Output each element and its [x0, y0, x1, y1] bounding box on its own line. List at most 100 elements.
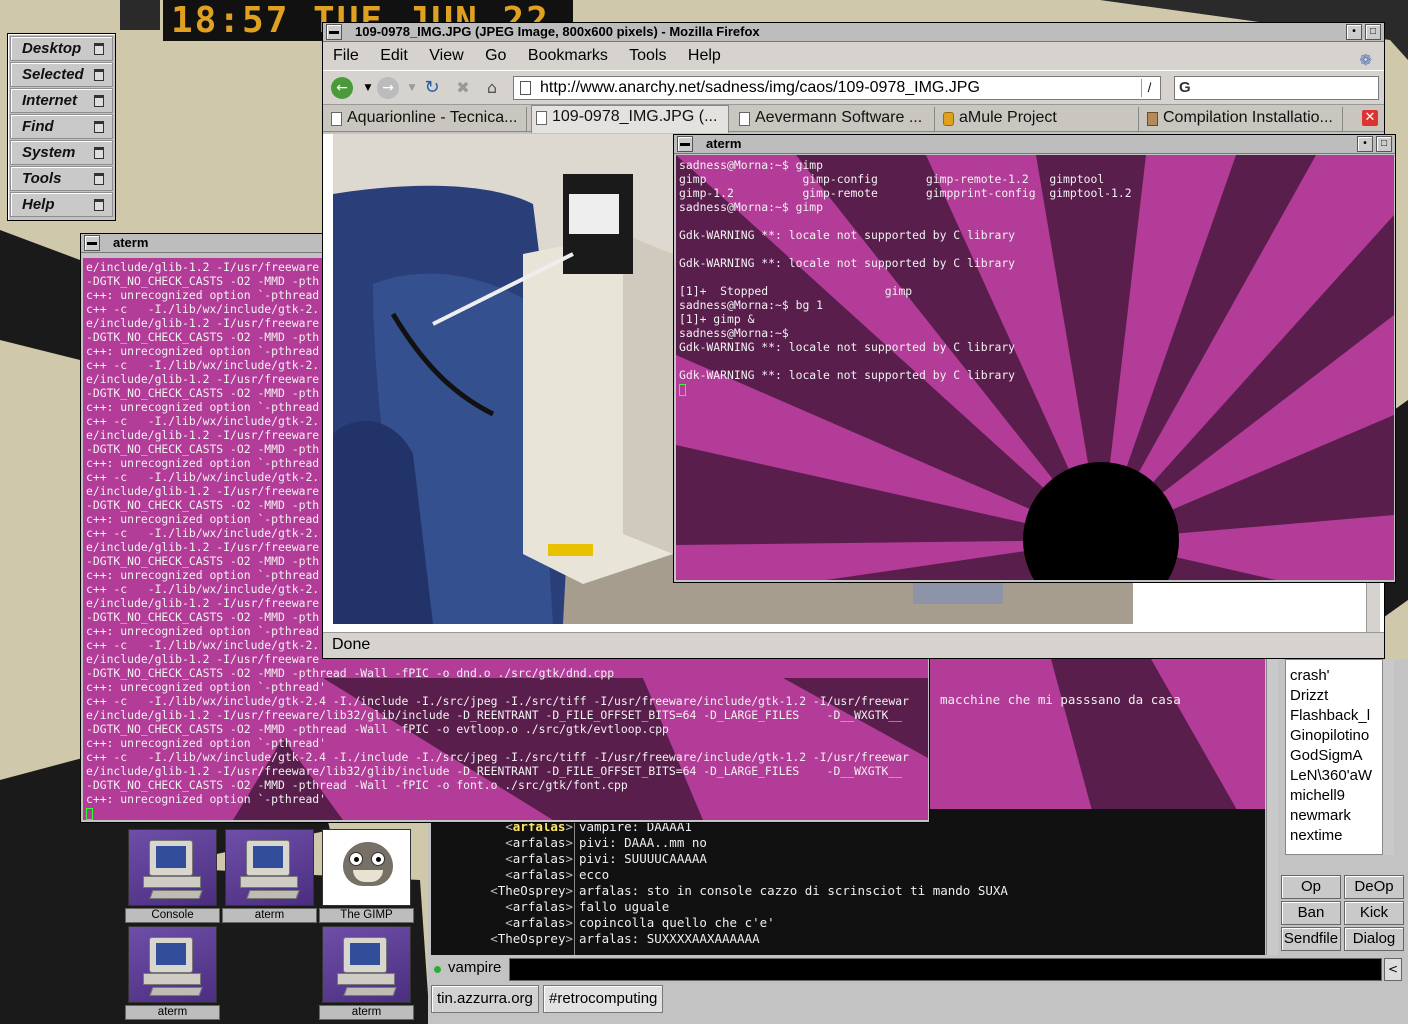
- deop-button[interactable]: DeOp: [1344, 875, 1404, 899]
- menu-item-find[interactable]: Find: [10, 114, 113, 139]
- irc-nick[interactable]: <arfalas>: [505, 915, 573, 931]
- menu-bar: File Edit View Go Bookmarks Tools Help ❁: [323, 42, 1384, 70]
- irc-nick[interactable]: <arfalas>: [505, 899, 573, 915]
- menu-file[interactable]: File: [333, 47, 359, 64]
- menu-item-help[interactable]: Help: [10, 192, 113, 217]
- menu-view[interactable]: View: [429, 47, 463, 64]
- irc-nick[interactable]: <arfalas>: [505, 851, 573, 867]
- nick-text: TheOsprey: [497, 883, 566, 898]
- irc-user-list[interactable]: crash' Drizzt Flashback_l Ginopilotino GodSi…: [1285, 659, 1383, 855]
- desktop-icon-aterm[interactable]: aterm: [222, 827, 317, 923]
- irc-nick[interactable]: <TheOsprey>: [490, 883, 573, 899]
- google-icon[interactable]: G: [1179, 79, 1191, 96]
- menu-item-system[interactable]: System: [10, 140, 113, 165]
- menu-go[interactable]: Go: [485, 47, 506, 64]
- terminal-line: sadness@Morna:~$ gimp: [679, 158, 824, 172]
- terminal-line: -DGTK_NO_CHECK_CASTS -O2 -MMD -pthread -…: [86, 778, 628, 792]
- menu-tools[interactable]: Tools: [629, 47, 666, 64]
- irc-nick[interactable]: <TheOsprey>: [490, 931, 573, 947]
- chat-scrollbar[interactable]: [1266, 659, 1278, 955]
- user-list-item[interactable]: newmark: [1290, 806, 1382, 826]
- window-icon: [94, 199, 104, 211]
- desktop-icon-aterm[interactable]: aterm: [125, 924, 220, 1020]
- window-menu-icon[interactable]: ▬: [677, 136, 693, 152]
- terminal-line: gimp-1.2 gimp-remote gimpprint-config gi…: [679, 186, 1132, 200]
- chevron-left-icon[interactable]: <: [1384, 958, 1402, 981]
- tab-retrocomputing[interactable]: #retrocomputing: [543, 985, 664, 1013]
- userlist-scrollbar[interactable]: [1382, 659, 1394, 855]
- aterm-window-right: ▬ aterm • □ sadness@Morna:~$ gimp gimp gi…: [673, 134, 1396, 583]
- terminal-line: -DGTK_NO_CHECK_CASTS -O2 -MMD -pthread -…: [86, 666, 615, 680]
- user-list-item[interactable]: LeN\360'aW: [1290, 766, 1382, 786]
- user-list-item[interactable]: nextime: [1290, 826, 1382, 846]
- menu-item-desktop[interactable]: Desktop: [10, 36, 113, 61]
- computer-icon: [225, 829, 314, 906]
- user-list-item[interactable]: crash': [1290, 666, 1382, 686]
- reload-icon[interactable]: ↻: [421, 77, 443, 99]
- document-icon: [520, 81, 531, 95]
- desktop-icon-console[interactable]: Console: [125, 827, 220, 923]
- menu-item-label: Find: [22, 118, 54, 135]
- minimize-icon[interactable]: •: [1346, 24, 1362, 40]
- maximize-icon[interactable]: □: [1365, 24, 1381, 40]
- menu-item-label: Desktop: [22, 40, 82, 57]
- message-text: copincolla quello che c'e': [579, 915, 775, 930]
- user-list-item[interactable]: Drizzt: [1290, 686, 1382, 706]
- menu-help[interactable]: Help: [688, 47, 721, 64]
- menu-item-tools[interactable]: Tools: [10, 166, 113, 191]
- minimize-icon[interactable]: •: [1357, 136, 1373, 152]
- stop-icon[interactable]: ✖: [452, 77, 474, 99]
- user-list-item[interactable]: Flashback_l: [1290, 706, 1382, 726]
- terminal-line: c++: unrecognized option `-pthread': [86, 792, 327, 806]
- user-list-item[interactable]: GodSigmA: [1290, 746, 1382, 766]
- desktop-icon-gimp[interactable]: The GIMP: [319, 827, 414, 923]
- nick-label[interactable]: vampire: [448, 959, 501, 976]
- message-text: ecco: [579, 867, 610, 882]
- irc-nick[interactable]: <arfalas>: [505, 835, 573, 851]
- menu-item-label: System: [22, 144, 76, 161]
- page-icon: [536, 111, 547, 125]
- url-bar[interactable]: http://www.anarchy.net/sadness/img/caos/…: [513, 76, 1161, 100]
- kick-button[interactable]: Kick: [1344, 901, 1404, 925]
- terminal-line: gimp gimp-config gimp-remote-1.2 gimptoo…: [679, 172, 1105, 186]
- window-menu-icon[interactable]: ▬: [326, 24, 342, 40]
- user-list-item[interactable]: michell9: [1290, 786, 1382, 806]
- home-icon[interactable]: ⌂: [481, 77, 503, 99]
- icon-label: aterm: [125, 1005, 220, 1020]
- maximize-icon[interactable]: □: [1376, 136, 1392, 152]
- menu-edit[interactable]: Edit: [380, 47, 408, 64]
- go-icon[interactable]: /: [1141, 79, 1157, 97]
- window-icon: [94, 43, 104, 55]
- tab-image[interactable]: 109-0978_IMG.JPG (...: [531, 105, 729, 133]
- tab-aevermann[interactable]: Aevermann Software ...: [735, 107, 935, 131]
- forward-icon[interactable]: →: [377, 77, 399, 99]
- menu-item-selected[interactable]: Selected: [10, 62, 113, 87]
- window-menu-icon[interactable]: ▬: [84, 235, 100, 251]
- irc-nick[interactable]: <arfalas>: [505, 867, 573, 883]
- back-icon[interactable]: ←: [331, 77, 353, 99]
- tab-amule[interactable]: aMule Project: [939, 107, 1139, 131]
- window-titlebar[interactable]: ▬ 109-0978_IMG.JPG (JPEG Image, 800x600 …: [323, 23, 1384, 42]
- ban-button[interactable]: Ban: [1281, 901, 1341, 925]
- desktop-icon-aterm[interactable]: aterm: [319, 924, 414, 1020]
- search-input[interactable]: G: [1174, 76, 1379, 100]
- tab-compilation[interactable]: Compilation Installatio...: [1143, 107, 1343, 131]
- tab-aquarionline[interactable]: Aquarionline - Tecnica...: [327, 107, 527, 131]
- window-titlebar[interactable]: ▬ aterm • □: [674, 135, 1395, 154]
- menu-bookmarks[interactable]: Bookmarks: [528, 47, 608, 64]
- menu-item-internet[interactable]: Internet: [10, 88, 113, 113]
- back-dropdown-icon[interactable]: ▼: [357, 77, 379, 99]
- terminal-line: [1]+ gimp &: [679, 312, 755, 326]
- op-button[interactable]: Op: [1281, 875, 1341, 899]
- user-list-item[interactable]: Ginopilotino: [1290, 726, 1382, 746]
- tab-server[interactable]: tin.azzurra.org: [431, 985, 539, 1013]
- terminal-area[interactable]: sadness@Morna:~$ gimp gimp gimp-config gi…: [676, 155, 1394, 580]
- sendfile-button[interactable]: Sendfile: [1281, 927, 1341, 951]
- forward-dropdown-icon[interactable]: ▼: [401, 77, 423, 99]
- close-tab-icon[interactable]: ✕: [1362, 110, 1378, 126]
- dialog-button[interactable]: Dialog: [1344, 927, 1404, 951]
- tab-label: Aquarionline - Tecnica...: [347, 109, 518, 126]
- irc-message-input[interactable]: [509, 958, 1382, 981]
- computer-icon: [128, 926, 217, 1003]
- window-icon: [94, 69, 104, 81]
